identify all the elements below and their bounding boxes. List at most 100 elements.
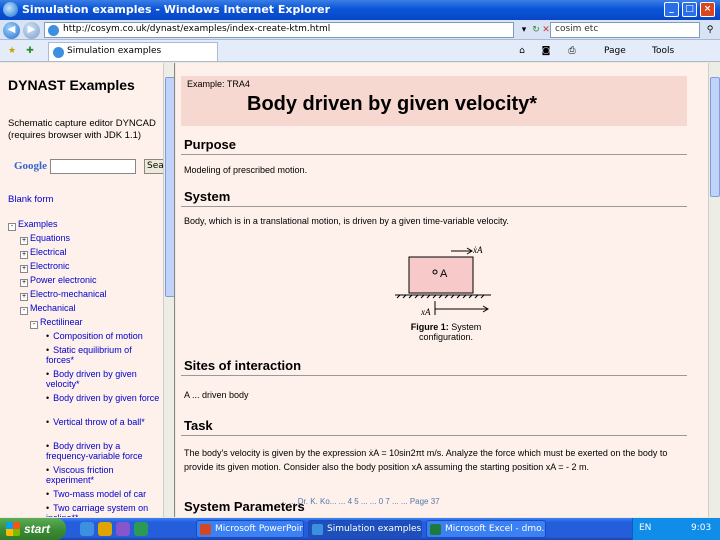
task-text: The body's velocity is given by the expr… bbox=[184, 448, 668, 472]
bullet-icon: • bbox=[46, 331, 50, 341]
bullet-icon: • bbox=[46, 369, 50, 379]
web-search-input[interactable]: cosim etc bbox=[550, 22, 700, 38]
tree-item[interactable]: + Electrical bbox=[20, 247, 160, 259]
expand-icon[interactable]: + bbox=[20, 293, 28, 301]
tree-item-label: Static equilibrium of forces* bbox=[46, 345, 132, 365]
content-frame: Example: TRA4 Body driven by given veloc… bbox=[176, 63, 708, 517]
language-indicator[interactable]: EN bbox=[639, 523, 651, 533]
tree-item[interactable]: • Two-mass model of car bbox=[46, 489, 160, 499]
page-title: Body driven by given velocity* bbox=[247, 93, 538, 115]
tree-item[interactable]: • Body driven by a frequency-variable for… bbox=[46, 441, 160, 461]
ie-quicklaunch-icon[interactable] bbox=[80, 522, 94, 536]
maximize-button[interactable]: □ bbox=[682, 2, 697, 17]
google-logo: Google bbox=[14, 160, 47, 172]
tree-item-label: Body driven by given velocity* bbox=[46, 369, 137, 389]
window-title: Simulation examples - Windows Internet E… bbox=[22, 3, 331, 16]
google-search-input[interactable] bbox=[50, 159, 136, 174]
slide-footer: ... ... Dr. K. Ko... ... 4 5 ... ... 0 7… bbox=[280, 497, 440, 506]
nav-scrollbar[interactable] bbox=[163, 63, 174, 517]
close-button[interactable]: × bbox=[700, 2, 715, 17]
tree-item[interactable]: + Power electronic bbox=[20, 275, 160, 287]
feeds-icon[interactable]: ◙ bbox=[540, 45, 552, 57]
tab-page-icon bbox=[53, 47, 64, 58]
page-icon bbox=[48, 25, 59, 36]
tree-item-label: Two carriage system on incline** bbox=[46, 503, 149, 517]
back-button[interactable]: ◀ bbox=[3, 22, 20, 39]
tree-item[interactable]: • Body driven by given velocity* bbox=[46, 369, 160, 389]
point-a-label: A bbox=[440, 268, 448, 280]
tree-item[interactable]: - Examples bbox=[8, 219, 160, 231]
tree-item[interactable]: - Mechanical bbox=[20, 303, 160, 315]
home-icon[interactable]: ⌂ bbox=[516, 45, 528, 57]
explorer-quicklaunch-icon[interactable] bbox=[98, 522, 112, 536]
tree-item-label: Body driven by a frequency-variable forc… bbox=[46, 441, 143, 461]
section-divider bbox=[181, 435, 687, 436]
taskbar-task-button[interactable]: Simulation examples bbox=[308, 520, 422, 538]
bullet-icon: • bbox=[46, 489, 50, 499]
content-scrollbar[interactable] bbox=[708, 63, 720, 517]
bullet-icon: • bbox=[46, 345, 50, 355]
tree-item-label: Body driven by given force bbox=[53, 393, 160, 403]
velocity-label: ẋA bbox=[472, 245, 483, 255]
clock: 9:03 bbox=[691, 523, 712, 533]
tree-item[interactable]: • Vertical throw of a ball* bbox=[46, 417, 160, 427]
search-icon[interactable]: ⚲ bbox=[704, 24, 716, 36]
expand-icon[interactable]: + bbox=[20, 237, 28, 245]
tree-item[interactable]: - Rectilinear bbox=[30, 317, 160, 329]
address-url: http://cosym.co.uk/dynast/examples/index… bbox=[63, 24, 331, 34]
tree-item-label: Electrical bbox=[30, 247, 67, 257]
position-label: xA bbox=[420, 307, 431, 317]
collapse-icon[interactable]: - bbox=[20, 307, 28, 315]
taskbar-task-button[interactable]: Microsoft Excel - dmo... bbox=[426, 520, 546, 538]
blank-form-link[interactable]: Blank form bbox=[8, 194, 53, 205]
expand-icon[interactable]: + bbox=[20, 251, 28, 259]
section-divider bbox=[181, 375, 687, 376]
tree-item[interactable]: + Equations bbox=[20, 233, 160, 245]
tree-item[interactable]: • Composition of motion bbox=[46, 331, 160, 341]
tree-item[interactable]: •Two carriage system on incline** bbox=[46, 503, 160, 517]
tree-item[interactable]: + Electro-mechanical bbox=[20, 289, 160, 301]
tab-label: Simulation examples bbox=[67, 46, 162, 56]
go-dropdown-icon[interactable]: ▾ bbox=[518, 24, 530, 36]
google-search-box: Google Sea bbox=[14, 159, 174, 175]
start-label: start bbox=[24, 522, 51, 536]
task-app-icon bbox=[200, 524, 211, 535]
section-divider bbox=[181, 154, 687, 155]
ie-window: Simulation examples - Windows Internet E… bbox=[0, 0, 720, 540]
tree-item-label: Electro-mechanical bbox=[30, 289, 107, 299]
address-field[interactable]: http://cosym.co.uk/dynast/examples/index… bbox=[44, 22, 514, 38]
tree-item-label: Viscous friction experiment* bbox=[46, 465, 114, 485]
add-favorites-icon[interactable]: ✚ bbox=[24, 45, 36, 57]
task-label: Simulation examples bbox=[327, 524, 422, 534]
tree-item[interactable]: • Static equilibrium of forces* bbox=[46, 345, 160, 365]
minimize-button[interactable]: _ bbox=[664, 2, 679, 17]
forward-button[interactable]: ▶ bbox=[23, 22, 40, 39]
collapse-icon[interactable]: - bbox=[30, 321, 38, 329]
title-bar: Simulation examples - Windows Internet E… bbox=[0, 0, 720, 20]
system-text: Body, which is in a translational motion… bbox=[184, 216, 509, 226]
bullet-icon: • bbox=[46, 465, 50, 475]
tree-item[interactable]: • Viscous friction experiment* bbox=[46, 465, 160, 485]
tree-item[interactable]: • Body driven by given force bbox=[46, 393, 160, 403]
task-label: Microsoft PowerPoint bbox=[215, 524, 304, 534]
taskbar-task-button[interactable]: Microsoft PowerPoint bbox=[196, 520, 304, 538]
print-icon[interactable]: ⎙ bbox=[566, 45, 578, 57]
editor-description-link[interactable]: Schematic capture editor DYNCAD (require… bbox=[8, 118, 168, 142]
favorites-star-icon[interactable]: ★ bbox=[6, 45, 18, 57]
expand-icon[interactable]: + bbox=[20, 265, 28, 273]
tab-simulation-examples[interactable]: Simulation examples bbox=[48, 42, 218, 61]
tree-item[interactable]: + Electronic bbox=[20, 261, 160, 273]
nav-scrollbar-thumb[interactable] bbox=[165, 77, 174, 297]
expand-icon[interactable]: + bbox=[20, 279, 28, 287]
tree-item-label: Two-mass model of car bbox=[53, 489, 147, 499]
collapse-icon[interactable]: - bbox=[8, 223, 16, 231]
desktop-quicklaunch-icon[interactable] bbox=[134, 522, 148, 536]
bullet-icon: • bbox=[46, 441, 50, 451]
content-scrollbar-thumb[interactable] bbox=[710, 77, 720, 197]
page-menu[interactable]: Page bbox=[604, 46, 626, 56]
media-quicklaunch-icon[interactable] bbox=[116, 522, 130, 536]
taskbar: start Microsoft PowerPoint Simulation exa… bbox=[0, 518, 720, 540]
tree-item-label: Vertical throw of a ball* bbox=[53, 417, 145, 427]
tools-menu[interactable]: Tools bbox=[652, 46, 674, 56]
start-button[interactable]: start bbox=[0, 518, 66, 540]
